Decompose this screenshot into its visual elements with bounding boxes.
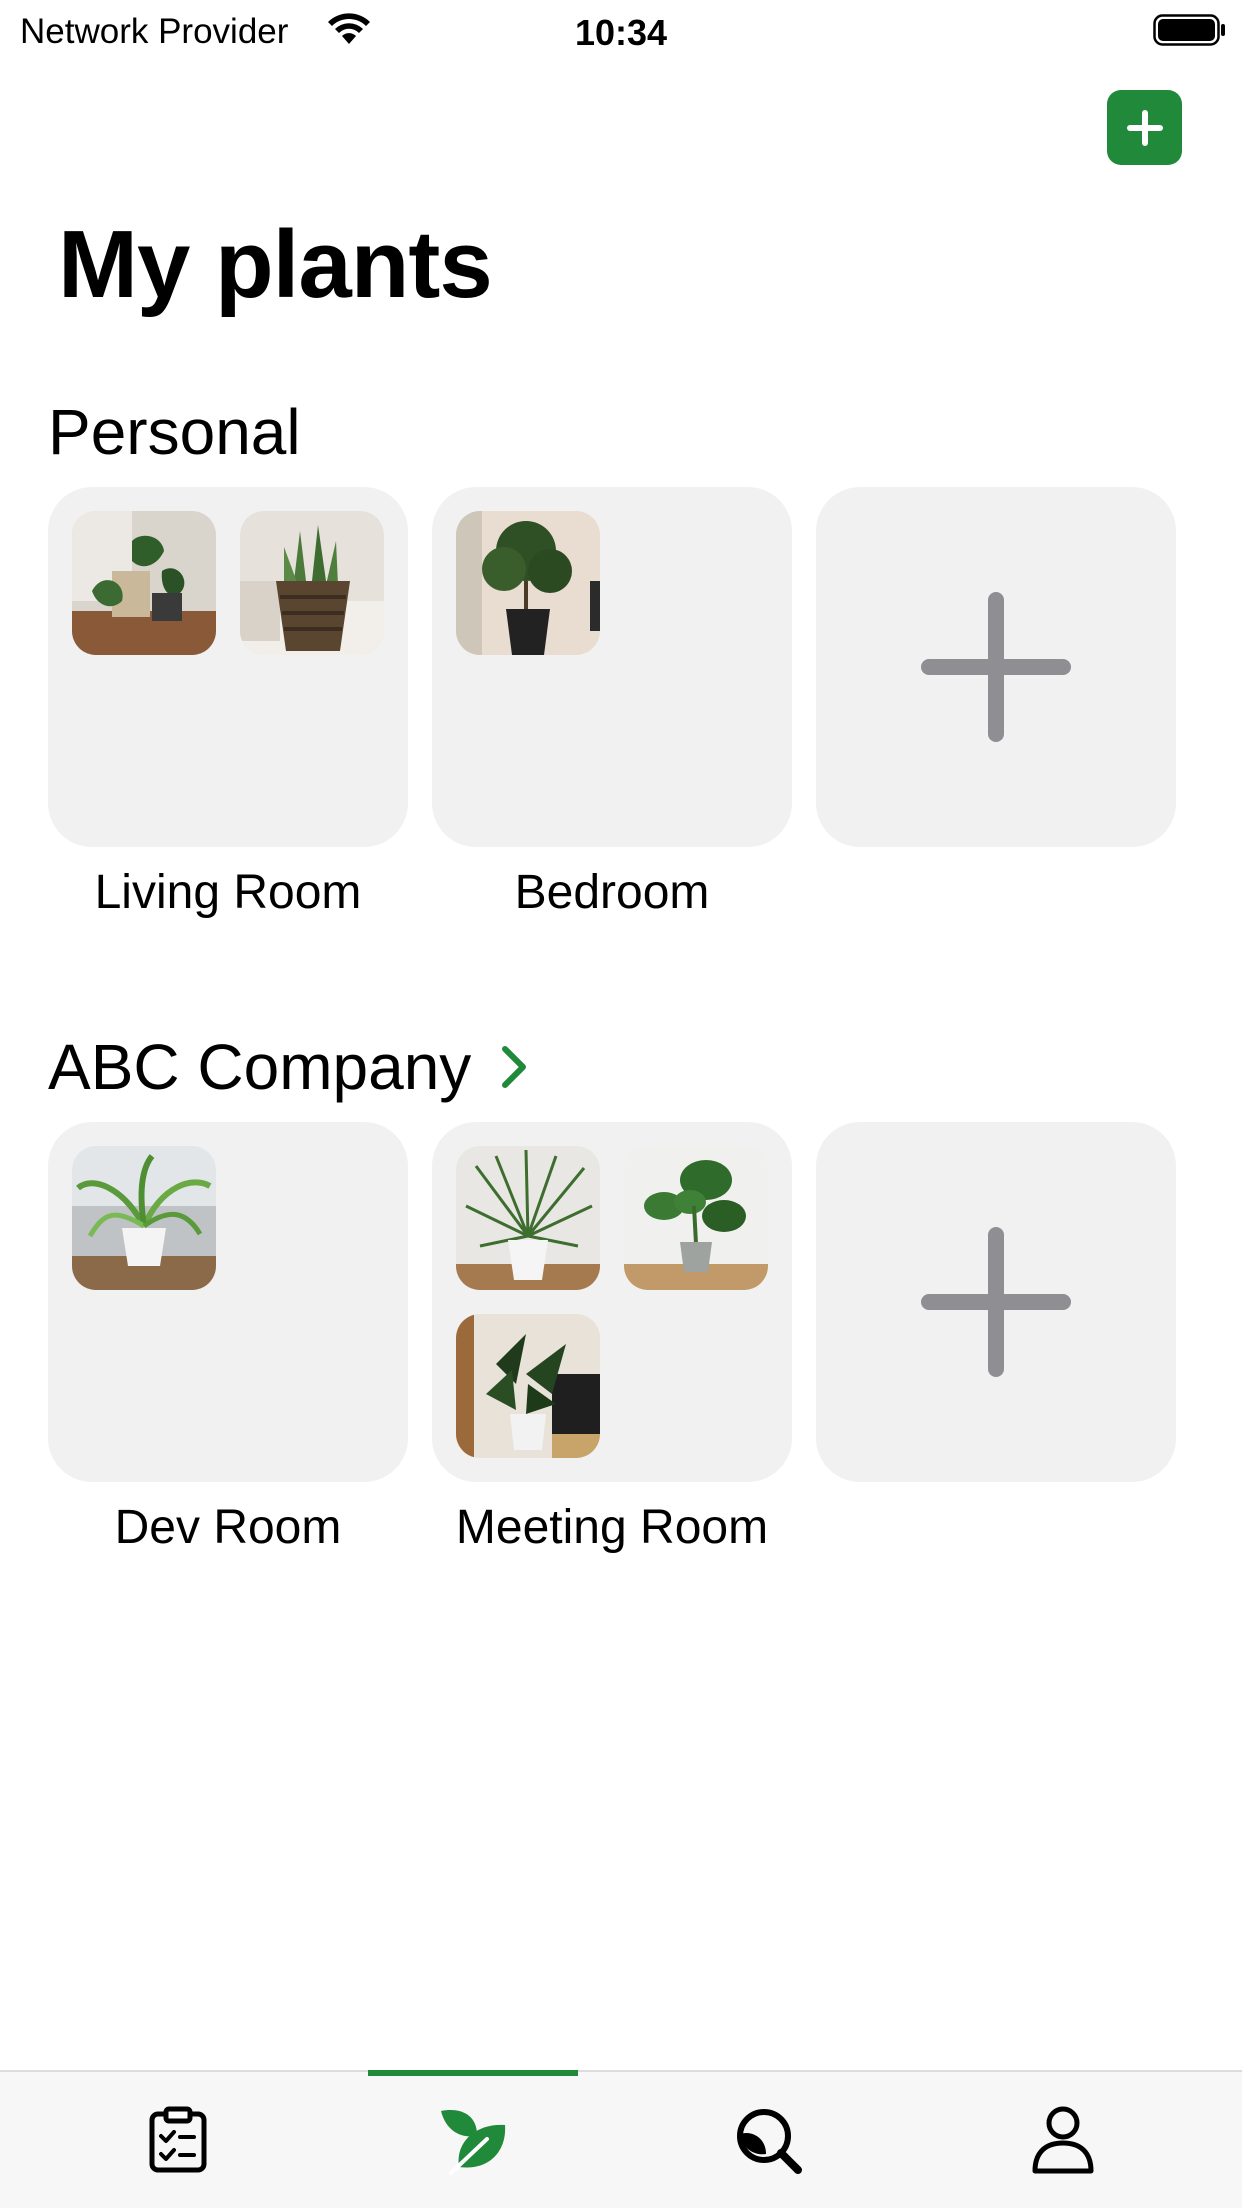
- section-title-abc-company[interactable]: ABC Company: [48, 1030, 529, 1104]
- status-bar: Network Provider 10:34: [0, 0, 1242, 62]
- room-card-bedroom[interactable]: [432, 487, 792, 847]
- plant-search-icon: [737, 2109, 802, 2174]
- room-card-living-room[interactable]: [48, 487, 408, 847]
- plant-photo[interactable]: [456, 1314, 600, 1458]
- plant-photo[interactable]: [456, 1146, 600, 1290]
- add-room-card-abc-company[interactable]: [816, 1122, 1176, 1482]
- plant-photo-image: [456, 511, 600, 655]
- plant-photo-image: [624, 1146, 768, 1290]
- tab-profile[interactable]: [973, 2072, 1153, 2208]
- add-room-card-personal[interactable]: [816, 487, 1176, 847]
- chevron-right-icon: [502, 1046, 527, 1088]
- section-title-text: Personal: [48, 396, 301, 468]
- battery-icon: [1153, 14, 1225, 46]
- plant-photo-image: [456, 1146, 600, 1290]
- plant-photo[interactable]: [624, 1146, 768, 1290]
- tab-search[interactable]: [678, 2072, 858, 2208]
- profile-icon: [1032, 2106, 1094, 2174]
- room-card-dev-room[interactable]: [48, 1122, 408, 1482]
- room-label-meeting-room: Meeting Room: [455, 1501, 769, 1554]
- section-title-text: ABC Company: [48, 1031, 472, 1103]
- plant-photo[interactable]: [240, 511, 384, 655]
- plant-photo[interactable]: [72, 511, 216, 655]
- tasks-clipboard-icon: [149, 2106, 207, 2173]
- plant-photo-image: [456, 1314, 600, 1458]
- room-label-living-room: Living Room: [94, 866, 362, 919]
- tab-tasks[interactable]: [88, 2072, 268, 2208]
- room-label-dev-room: Dev Room: [114, 1501, 342, 1554]
- plant-photo-image: [72, 511, 216, 655]
- status-time: 10:34: [574, 12, 668, 53]
- plus-icon: [1126, 109, 1163, 146]
- tab-bar: [0, 2070, 1242, 2208]
- page-title: My plants: [58, 211, 493, 318]
- plant-photo-image: [240, 511, 384, 655]
- section-title-personal: Personal: [48, 395, 301, 469]
- plant-photo-image: [72, 1146, 216, 1290]
- plant-leaf-icon: [441, 2110, 506, 2175]
- plus-icon: [921, 592, 1071, 742]
- plant-photo[interactable]: [72, 1146, 216, 1290]
- tab-plants[interactable]: [383, 2072, 563, 2208]
- plus-icon: [921, 1227, 1071, 1377]
- plant-photo[interactable]: [456, 511, 600, 655]
- add-plant-button[interactable]: [1107, 90, 1182, 165]
- room-card-meeting-room[interactable]: [432, 1122, 792, 1482]
- room-label-bedroom: Bedroom: [514, 866, 710, 919]
